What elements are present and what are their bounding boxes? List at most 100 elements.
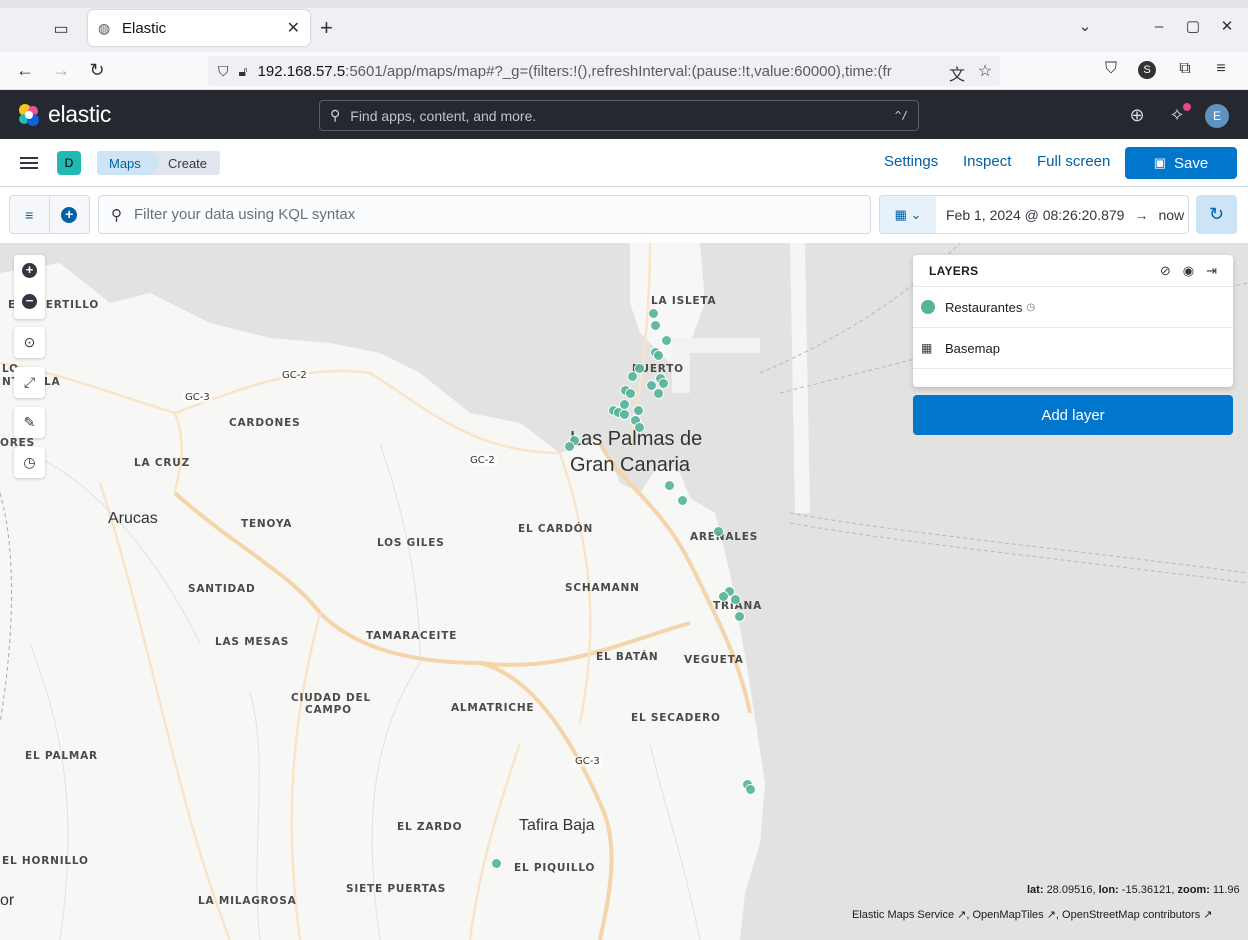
space-avatar[interactable]: D [57, 151, 81, 175]
pencil-icon[interactable]: ✎ [14, 407, 45, 438]
map-label: VEGUETA [684, 654, 744, 666]
restaurant-point[interactable] [653, 388, 664, 399]
calendar-icon[interactable]: ▦ ⌄ [880, 196, 936, 233]
grid-icon: ▦ [921, 341, 933, 355]
map-label: ARENALES [690, 531, 759, 543]
restaurant-point[interactable] [634, 422, 645, 433]
external-link-icon: ↗ [1046, 909, 1056, 921]
add-layer-button[interactable]: Add layer [913, 395, 1233, 435]
translate-icon[interactable]: 文 [946, 61, 968, 85]
reload-icon[interactable]: ↻ [85, 60, 109, 81]
minimize-icon[interactable]: – [1148, 16, 1170, 38]
forward-icon[interactable]: → [49, 60, 73, 81]
map-label: LOS GILES [377, 537, 445, 549]
help-icon[interactable]: ⊕ [1125, 103, 1149, 127]
restaurant-point[interactable] [564, 441, 575, 452]
attribution-link[interactable]: OpenMapTiles [973, 909, 1044, 921]
bookmark-star-icon[interactable]: ☆ [974, 61, 996, 81]
map-label: TAMARACEITE [366, 630, 458, 642]
map-label: LA [44, 376, 61, 388]
search-shortcut: ^/ [894, 109, 908, 122]
pocket-icon[interactable]: ⛉ [1100, 60, 1122, 78]
save-button[interactable]: ▣ Save [1125, 147, 1237, 179]
clock-icon: ◷ [1026, 301, 1036, 313]
extensions-icon[interactable]: ⧉ [1174, 60, 1196, 78]
restaurant-point[interactable] [625, 388, 636, 399]
chevron-down-icon[interactable]: ⌄ [1074, 16, 1096, 38]
eye-icon[interactable]: ◉ [1183, 263, 1194, 279]
elastic-logo-icon[interactable] [16, 102, 42, 128]
browser-tab-active[interactable]: ◍ Elastic ✕ [88, 10, 310, 46]
full-screen-link[interactable]: Full screen [1037, 153, 1110, 170]
close-tab-icon[interactable]: ✕ [287, 18, 300, 38]
inspect-link[interactable]: Inspect [963, 153, 1011, 170]
fit-bounds-control: ⤢ [14, 367, 45, 398]
filter-menu-icon[interactable]: ≡ [10, 196, 50, 233]
tab-list-icon[interactable]: ▭ [48, 16, 74, 42]
restaurant-point[interactable] [713, 526, 724, 537]
search-icon: ⚲ [111, 206, 122, 224]
new-tab-icon[interactable]: + [320, 16, 333, 40]
zoom-out-button[interactable]: − [14, 286, 45, 317]
plus-icon: + [61, 206, 78, 223]
collapse-panel-icon[interactable]: ⇥ [1206, 263, 1217, 279]
settings-link[interactable]: Settings [884, 153, 938, 170]
map-canvas[interactable]: EL PUERTILLO LA ISLETA PUERTO CARDONES L… [0, 243, 1248, 940]
restaurant-point[interactable] [718, 591, 729, 602]
crosshair-icon[interactable]: ⊙ [14, 327, 45, 358]
hamburger-menu-icon[interactable] [20, 154, 38, 172]
restaurant-point[interactable] [730, 594, 741, 605]
layer-row-restaurantes[interactable]: Restaurantes ◷ [913, 287, 1233, 328]
restaurant-point[interactable] [677, 495, 688, 506]
date-picker[interactable]: ▦ ⌄ Feb 1, 2024 @ 08:26:20.879 → now [879, 195, 1189, 234]
layer-row-basemap[interactable]: ▦ Basemap [913, 328, 1233, 369]
globe-icon: ◍ [98, 20, 111, 36]
timeslider-icon[interactable]: ◷ [14, 447, 45, 478]
avatar[interactable]: E [1205, 104, 1229, 128]
attribution-link[interactable]: OpenStreetMap contributors [1062, 909, 1200, 921]
external-link-icon: ↗ [1203, 909, 1213, 921]
insecure-lock-icon[interactable]: 🔓︎ [239, 63, 248, 80]
layers-header: LAYERS ⊘ ◉ ⇥ [913, 255, 1233, 287]
date-end[interactable]: now [1158, 207, 1184, 223]
shield-icon[interactable]: ⛉ [218, 63, 229, 80]
logo-text[interactable]: elastic [48, 101, 111, 128]
restaurant-point[interactable] [648, 308, 659, 319]
restaurant-point[interactable] [745, 784, 756, 795]
menu-icon[interactable]: ≡ [1210, 60, 1232, 78]
restaurant-point[interactable] [650, 320, 661, 331]
maximize-icon[interactable]: ▢ [1182, 16, 1204, 38]
plus-icon: + [22, 263, 37, 278]
restaurant-point[interactable] [664, 480, 675, 491]
city-label: Gran Canaria [570, 454, 691, 476]
restaurant-point[interactable] [734, 611, 745, 622]
close-window-icon[interactable]: ✕ [1216, 16, 1238, 38]
expand-icon[interactable]: ⤢ [14, 367, 45, 398]
background-tabs[interactable] [0, 0, 1248, 8]
breadcrumb-maps[interactable]: Maps [97, 151, 161, 175]
account-icon[interactable]: S [1138, 61, 1156, 79]
restaurant-point[interactable] [661, 335, 672, 346]
restaurant-point[interactable] [627, 371, 638, 382]
refresh-button[interactable]: ↻ [1196, 195, 1237, 234]
restaurant-point[interactable] [491, 858, 502, 869]
draw-tools-control: ✎ [14, 407, 45, 438]
restaurant-point[interactable] [653, 350, 664, 361]
map-label: CIUDAD DEL [291, 692, 371, 704]
back-icon[interactable]: ← [13, 60, 37, 81]
map-label: EL SECADERO [631, 712, 721, 724]
add-filter-button[interactable]: + [50, 196, 90, 233]
date-start[interactable]: Feb 1, 2024 @ 08:26:20.879 [946, 207, 1124, 223]
notification-badge [1183, 103, 1191, 111]
tab-title: Elastic [122, 19, 167, 37]
zoom-in-button[interactable]: + [14, 255, 45, 286]
global-search-input[interactable]: ⚲ Find apps, content, and more. ^/ [319, 100, 919, 131]
restaurant-point[interactable] [619, 409, 630, 420]
map-label: LA CRUZ [134, 457, 191, 469]
url-bar[interactable]: ⛉ 🔓︎ 192.168.57.5:5601/app/maps/map#?_g=… [208, 56, 1000, 86]
kql-search-input[interactable]: ⚲ Filter your data using KQL syntax [98, 195, 871, 234]
map-label: SIETE PUERTAS [346, 883, 447, 895]
eye-closed-icon[interactable]: ⊘ [1160, 263, 1171, 279]
map-label: EL CARDÓN [518, 523, 594, 535]
attribution-link[interactable]: Elastic Maps Service [852, 909, 954, 921]
